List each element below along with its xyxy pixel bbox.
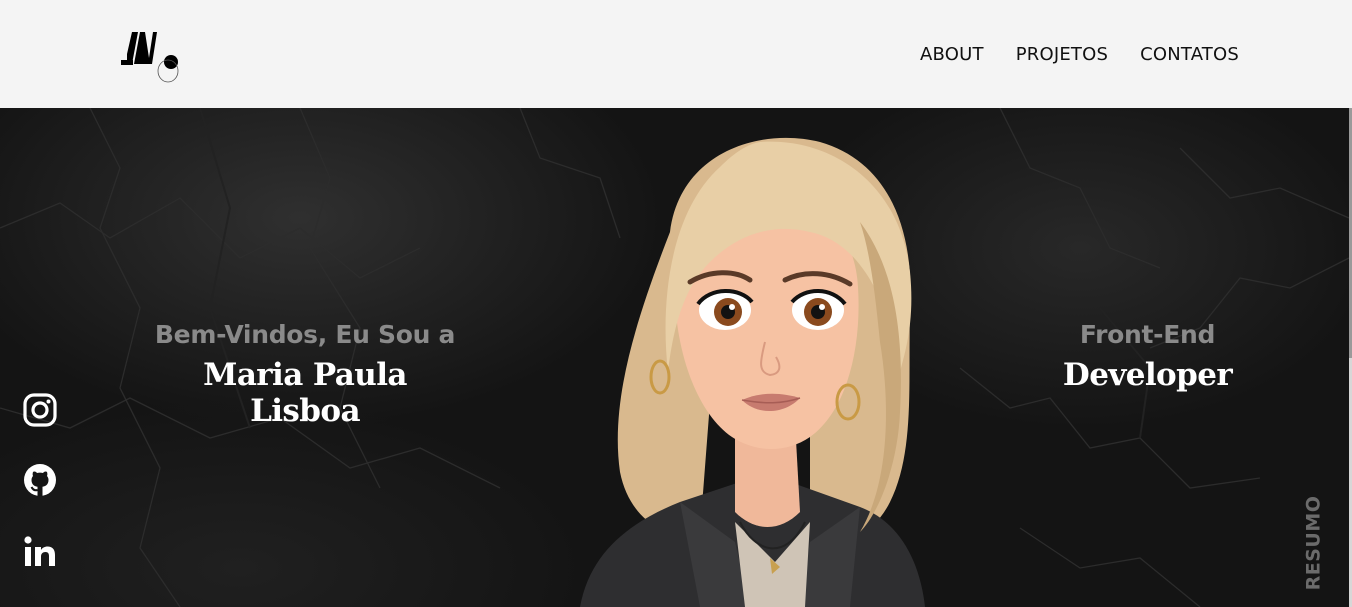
site-header: ABOUT PROJETOS CONTATOS — [0, 0, 1352, 108]
resume-link[interactable]: RESUMO — [1291, 490, 1335, 596]
person-name: Maria Paula Lisboa — [203, 357, 407, 429]
role-top-text: Front-End — [1079, 320, 1216, 349]
site-logo[interactable] — [118, 24, 182, 86]
greeting-text: Bem-Vindos, Eu Sou a — [154, 320, 456, 349]
resume-label: RESUMO — [1302, 495, 1324, 591]
intro-right: Front-End Developer — [1060, 320, 1235, 393]
main-nav: ABOUT PROJETOS CONTATOS — [920, 44, 1239, 65]
cartoon-woman-portrait — [580, 137, 925, 607]
nav-contatos[interactable]: CONTATOS — [1140, 44, 1239, 65]
nav-about[interactable]: ABOUT — [920, 44, 984, 65]
instagram-icon[interactable] — [22, 392, 58, 428]
role-bottom-text: Developer — [1062, 357, 1233, 393]
intro-left: Bem-Vindos, Eu Sou a Maria Paula Lisboa — [150, 320, 460, 429]
hero-section: Bem-Vindos, Eu Sou a Maria Paula Lisboa … — [0, 108, 1349, 607]
linkedin-icon[interactable] — [22, 534, 58, 570]
nav-projetos[interactable]: PROJETOS — [1016, 44, 1108, 65]
github-icon[interactable] — [22, 462, 58, 498]
